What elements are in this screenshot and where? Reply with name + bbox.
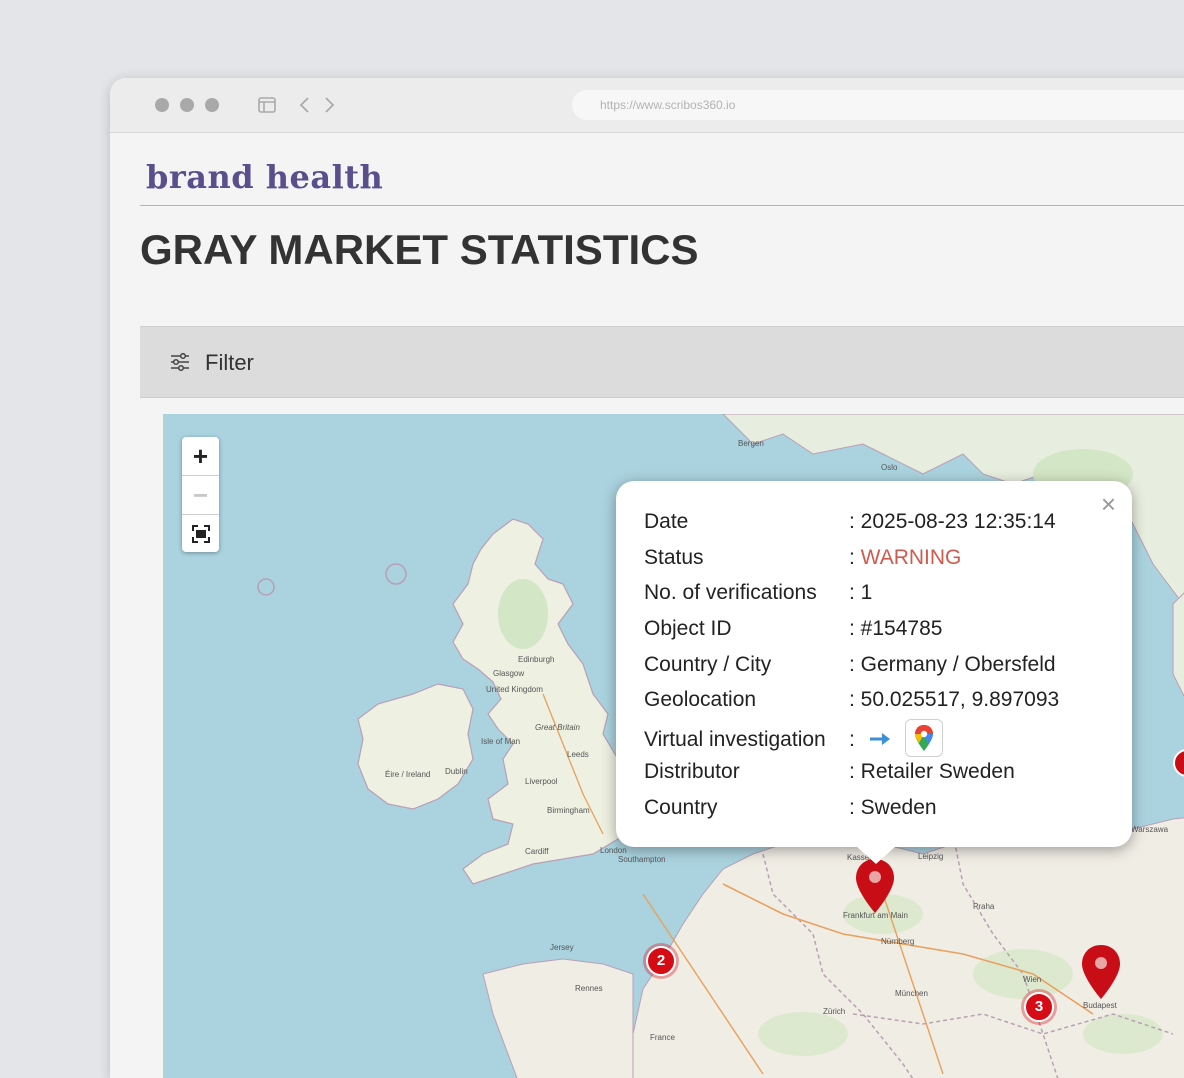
- map-label: Warszawa: [1131, 825, 1169, 834]
- map-label: France: [650, 1033, 675, 1042]
- map-label: Leipzig: [918, 852, 943, 861]
- map-label: Jersey: [550, 943, 574, 952]
- map-label: Praha: [973, 902, 995, 911]
- map-label: München: [895, 989, 928, 998]
- back-arrow-icon[interactable]: [298, 96, 310, 119]
- window-dot[interactable]: [180, 98, 194, 112]
- map-pin-icon[interactable]: [1172, 748, 1184, 783]
- filter-sliders-icon[interactable]: [170, 352, 190, 376]
- map-label: Glasgow: [493, 669, 524, 678]
- window-dot[interactable]: [155, 98, 169, 112]
- row-label: Country: [644, 796, 718, 819]
- row-label: Virtual investigation: [644, 728, 826, 751]
- fullscreen-button[interactable]: [182, 515, 219, 553]
- map-label: Edinburgh: [518, 655, 554, 664]
- row-value: : 50.025517, 9.897093: [849, 688, 1060, 711]
- google-maps-button[interactable]: [904, 719, 943, 758]
- row-colon: :: [849, 728, 855, 751]
- status-badge: WARNING: [860, 546, 962, 569]
- row-value: : #154785: [849, 617, 943, 640]
- row-value: :: [849, 719, 943, 759]
- header-divider: [140, 205, 1184, 206]
- row-label: Status: [644, 546, 704, 569]
- map-label: Leeds: [567, 750, 589, 759]
- zoom-out-button[interactable]: −: [182, 476, 219, 514]
- row-label: Geolocation: [644, 688, 757, 711]
- window-sidebar-icon[interactable]: [258, 96, 276, 119]
- filter-label[interactable]: Filter: [205, 350, 254, 376]
- map-label: Wien: [1023, 975, 1041, 984]
- browser-titlebar: https://www.scribos360.io: [110, 78, 1184, 133]
- map-label: Oslo: [881, 463, 898, 472]
- map-label: Zürich: [823, 1007, 845, 1016]
- popup-tip: [856, 846, 896, 864]
- row-label: Distributor: [644, 760, 740, 783]
- arrow-right-icon[interactable]: [869, 721, 891, 759]
- forward-arrow-icon[interactable]: [324, 96, 336, 119]
- map-label: Birmingham: [547, 806, 590, 815]
- brand-logo[interactable]: brand health: [146, 158, 383, 196]
- row-value: : Retailer Sweden: [849, 760, 1015, 783]
- map-label: Nürnberg: [881, 937, 914, 946]
- map-label: Rennes: [575, 984, 603, 993]
- row-label: Object ID: [644, 617, 732, 640]
- row-label: Date: [644, 510, 689, 533]
- filter-bar[interactable]: Filter: [140, 326, 1184, 398]
- status-prefix: :: [849, 546, 861, 569]
- row-value: : WARNING: [849, 543, 961, 573]
- zoom-control: + −: [182, 437, 219, 552]
- map-label: Great Britain: [535, 723, 580, 732]
- map-label: Southampton: [618, 855, 666, 864]
- map-label: Éire / Ireland: [385, 770, 430, 779]
- map-label: Isle of Man: [481, 737, 520, 746]
- map-label: Liverpool: [525, 777, 558, 786]
- row-value: : 2025-08-23 12:35:14: [849, 510, 1056, 533]
- page-title: GRAY MARKET STATISTICS: [140, 226, 699, 273]
- marker-cluster[interactable]: 3: [1024, 992, 1054, 1022]
- map-pin-icon[interactable]: [854, 858, 896, 919]
- fullscreen-icon: [191, 520, 211, 550]
- map-label: Dublin: [445, 767, 468, 776]
- window-dot[interactable]: [205, 98, 219, 112]
- zoom-in-button[interactable]: +: [182, 437, 219, 475]
- marker-cluster[interactable]: 2: [646, 946, 676, 976]
- url-bar[interactable]: https://www.scribos360.io: [572, 90, 1184, 120]
- map-label: London: [600, 846, 627, 855]
- row-value: : Germany / Obersfeld: [849, 653, 1056, 676]
- location-popup: × Date : 2025-08-23 12:35:14 Status : WA…: [616, 481, 1132, 847]
- row-value: : 1: [849, 581, 873, 604]
- row-label: No. of verifications: [644, 581, 817, 604]
- row-label: Country / City: [644, 653, 772, 676]
- map-pin-icon[interactable]: [1080, 944, 1122, 1005]
- map-label: Cardiff: [525, 847, 549, 856]
- map-label: Bergen: [738, 439, 764, 448]
- row-value: : Sweden: [849, 796, 937, 819]
- map-label: United Kingdom: [486, 685, 543, 694]
- close-icon[interactable]: ×: [1101, 491, 1116, 517]
